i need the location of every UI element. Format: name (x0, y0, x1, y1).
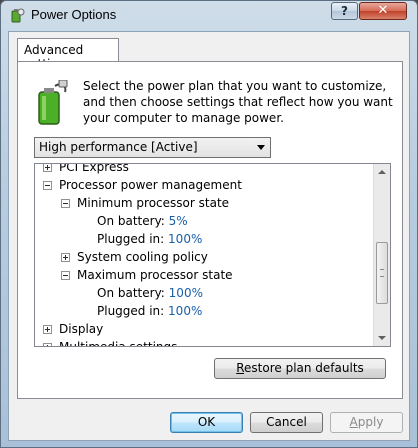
collapse-icon[interactable] (61, 271, 70, 280)
advanced-settings-panel: Select the power plan that you want to c… (17, 61, 403, 399)
max-plugged-in-value[interactable]: 100% (168, 304, 202, 318)
window-title: Power Options (31, 7, 117, 22)
battery-plug-icon (38, 80, 68, 125)
title-bar[interactable]: Power Options ? ✕ (1, 1, 417, 31)
tree-item-max-on-battery[interactable]: On battery: 100% (97, 284, 203, 302)
min-on-battery-value[interactable]: 5% (169, 214, 188, 228)
tab-advanced-settings[interactable]: Advanced settings (17, 38, 119, 71)
max-on-battery-value[interactable]: 100% (169, 286, 203, 300)
cancel-button[interactable]: Cancel (250, 412, 323, 433)
ok-button[interactable]: OK (170, 412, 243, 433)
expand-icon[interactable] (61, 253, 70, 262)
collapse-icon[interactable] (43, 181, 52, 190)
tree-item-min-plugged-in[interactable]: Plugged in: 100% (97, 230, 202, 248)
power-options-window: Power Options ? ✕ Advanced settings Sele… (0, 0, 418, 448)
power-options-app-icon (11, 8, 25, 23)
expand-icon[interactable] (43, 343, 52, 346)
scroll-up-arrow-icon[interactable] (378, 170, 386, 174)
help-button[interactable]: ? (331, 2, 358, 20)
collapse-icon[interactable] (61, 199, 70, 208)
power-plan-select[interactable]: High performance [Active] (34, 137, 271, 158)
chevron-down-icon (257, 145, 265, 150)
tree-item-max-plugged-in[interactable]: Plugged in: 100% (97, 302, 202, 320)
min-plugged-in-value[interactable]: 100% (168, 232, 202, 246)
dialog-client-area: Advanced settings Select the power plan … (8, 31, 410, 441)
close-button[interactable]: ✕ (359, 2, 407, 20)
apply-button[interactable]: Apply (330, 412, 403, 433)
tree-scrollbar[interactable] (373, 164, 390, 346)
expand-icon[interactable] (43, 164, 52, 172)
restore-plan-defaults-button[interactable]: Restore plan defaults (214, 358, 386, 379)
settings-tree[interactable]: PCI Express Processor power management M… (34, 163, 391, 347)
expand-icon[interactable] (43, 325, 52, 334)
tree-item-min-on-battery[interactable]: On battery: 5% (97, 212, 188, 230)
scroll-down-arrow-icon[interactable] (378, 336, 386, 340)
intro-text: Select the power plan that you want to c… (83, 79, 393, 125)
power-plan-select-value: High performance [Active] (39, 140, 198, 154)
scrollbar-thumb[interactable] (376, 242, 388, 304)
